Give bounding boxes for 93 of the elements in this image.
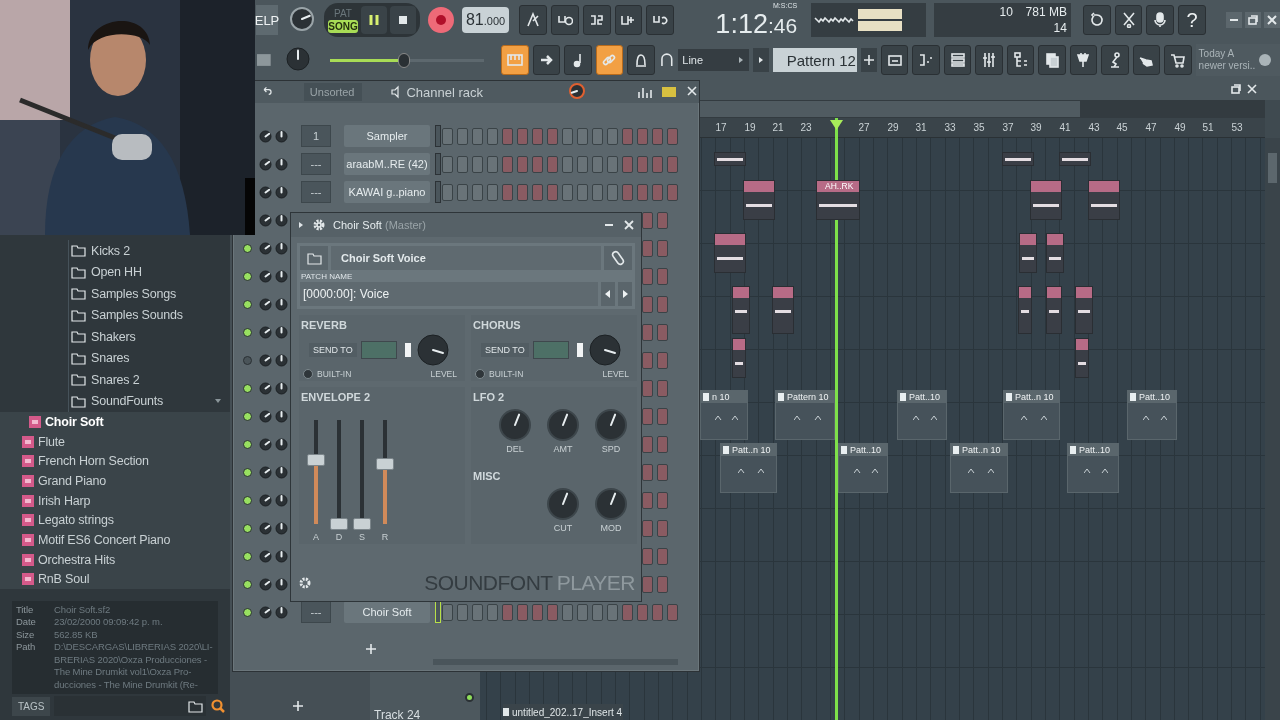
bar-number: 21 xyxy=(772,122,784,133)
soundfont-item[interactable]: RnB Soul xyxy=(20,569,230,590)
info-label: Date xyxy=(16,616,37,629)
mixer-track-field[interactable]: --- xyxy=(301,181,331,203)
mixer-track-field[interactable]: --- xyxy=(301,153,331,175)
audio-clip[interactable]: untitled_202..17_Insert 4 xyxy=(503,704,623,720)
pattern-clip[interactable]: Patt..n 10 xyxy=(950,443,1008,493)
soundfont-item[interactable]: Irish Harp xyxy=(20,490,230,511)
knob-label: MOD xyxy=(600,523,622,533)
info-label: Size xyxy=(16,628,36,641)
cpu-reading: 10 xyxy=(998,5,1013,19)
info-value: 23/02/2000 09:09:42 p. m. xyxy=(54,616,164,629)
pattern-clip[interactable]: Pattern 10 xyxy=(775,390,835,440)
section-title: ENVELOPE 2 xyxy=(301,391,372,403)
bar-number: 33 xyxy=(944,122,956,133)
bar-number: 35 xyxy=(973,122,985,133)
knob-label: DEL xyxy=(506,444,524,454)
polyphony-reading: 14 xyxy=(1052,21,1067,35)
info-label: Path xyxy=(16,641,37,654)
option-label: BUILT-IN xyxy=(489,369,524,379)
pattern-clip[interactable]: Patt..10 xyxy=(1127,390,1177,440)
soundfont-item[interactable]: Motif ES6 Concert Piano xyxy=(20,530,230,550)
send-label: SEND TO xyxy=(309,343,357,357)
slider-label: S xyxy=(359,532,365,542)
bar-number: 29 xyxy=(887,122,899,133)
channel-button[interactable]: Sampler xyxy=(344,125,430,147)
slider-label: A xyxy=(313,532,319,542)
help-tab[interactable]: ELP xyxy=(256,5,278,35)
bar-number: 43 xyxy=(1088,122,1100,133)
help-button[interactable]: ? xyxy=(1178,5,1206,35)
pattern-clip[interactable]: Patt..n 10 xyxy=(1003,390,1060,440)
soundfont-item[interactable]: Flute xyxy=(20,431,230,452)
track-label: Track 24 xyxy=(374,708,421,720)
send-label: SEND TO xyxy=(481,343,529,357)
channel-button[interactable]: araabM..RE (42) xyxy=(344,153,430,175)
song-time: 1:12:46 xyxy=(715,10,798,40)
audio-clip[interactable]: AH..RK xyxy=(816,180,860,220)
section-title: MISC xyxy=(473,470,502,482)
hint-text: Today A newer versi.. xyxy=(1198,48,1256,72)
knob-label: AMT xyxy=(553,444,573,454)
pattern-clip[interactable]: Patt..10 xyxy=(1067,443,1119,493)
bar-number: 49 xyxy=(1174,122,1186,133)
field-label: PATCH NAME xyxy=(301,272,354,281)
tags-button[interactable]: TAGS xyxy=(12,696,51,716)
bar-number: 37 xyxy=(1002,122,1014,133)
bar-number: 47 xyxy=(1145,122,1157,133)
knob-label: SPD xyxy=(601,444,621,454)
tempo-field[interactable]: 81.000 xyxy=(461,7,510,33)
pattern-clip[interactable]: Patt..n 10 xyxy=(720,443,777,493)
bar-number: 45 xyxy=(1116,122,1128,133)
info-label: Title xyxy=(16,603,35,616)
soundfont-item[interactable]: Grand Piano xyxy=(20,471,230,491)
bar-number: 31 xyxy=(915,122,927,133)
knob-label: LEVEL xyxy=(602,369,630,379)
bar-number: 27 xyxy=(858,122,870,133)
soundfont-item[interactable]: French Horn Section xyxy=(20,451,230,472)
patch-field[interactable]: [0000:00]: Voice xyxy=(300,282,598,306)
channel-button[interactable]: KAWAI g..piano xyxy=(344,181,430,203)
pattern-selector[interactable]: Pattern 12 xyxy=(772,48,858,72)
mode-switch[interactable]: SONG xyxy=(328,20,358,33)
pattern-clip[interactable]: n 10 xyxy=(700,390,748,440)
memory-reading: 781 MB xyxy=(1024,5,1067,19)
snap-dropdown[interactable]: Line xyxy=(678,49,749,71)
channel-button[interactable]: Choir Soft xyxy=(344,601,430,623)
section-title: LFO 2 xyxy=(473,391,506,403)
mixer-track-field[interactable]: --- xyxy=(301,601,331,623)
slider-label: D xyxy=(335,532,343,542)
soundfont-item[interactable]: Orchestra Hits xyxy=(20,549,230,570)
slider-label: R xyxy=(381,532,389,542)
info-value: Choir Soft.sf2 xyxy=(54,603,112,616)
bar-number: 23 xyxy=(800,122,812,133)
info-value: 562.85 KB xyxy=(54,628,99,641)
bar-number: 51 xyxy=(1202,122,1214,133)
soundfont-item[interactable]: Choir Soft xyxy=(27,412,230,432)
bar-number: 19 xyxy=(744,122,756,133)
soundfont-item[interactable]: Legato strings xyxy=(20,510,230,531)
bar-number: 41 xyxy=(1059,122,1071,133)
info-value: D:\DESCARGAS\LIBRERIAS 2020\LI-BRERIAS 2020\Oxza Producciones - The Mine Drumkit vol1\Oxza Pro-ducciones - The Mine Drumkit (Re- xyxy=(54,641,214,691)
bar-number: 53 xyxy=(1231,122,1243,133)
section-title: CHORUS xyxy=(473,319,522,331)
knob-label: LEVEL xyxy=(430,369,458,379)
mixer-track-field[interactable]: 1 xyxy=(301,125,331,147)
filter-dropdown[interactable]: Unsorted xyxy=(303,83,363,101)
pattern-clip[interactable]: Patt..10 xyxy=(838,443,888,493)
pattern-clip[interactable]: Patt..10 xyxy=(897,390,947,440)
window-title: Choir Soft (Master) xyxy=(333,219,426,231)
option-label: BUILT-IN xyxy=(317,369,352,379)
soundfont-field[interactable]: Choir Soft Voice xyxy=(331,246,601,270)
section-title: REVERB xyxy=(301,319,348,331)
bar-number: 39 xyxy=(1030,122,1042,133)
window-title: Channel rack xyxy=(406,84,483,100)
knob-label: CUT xyxy=(553,523,573,533)
bar-number: 17 xyxy=(715,122,727,133)
